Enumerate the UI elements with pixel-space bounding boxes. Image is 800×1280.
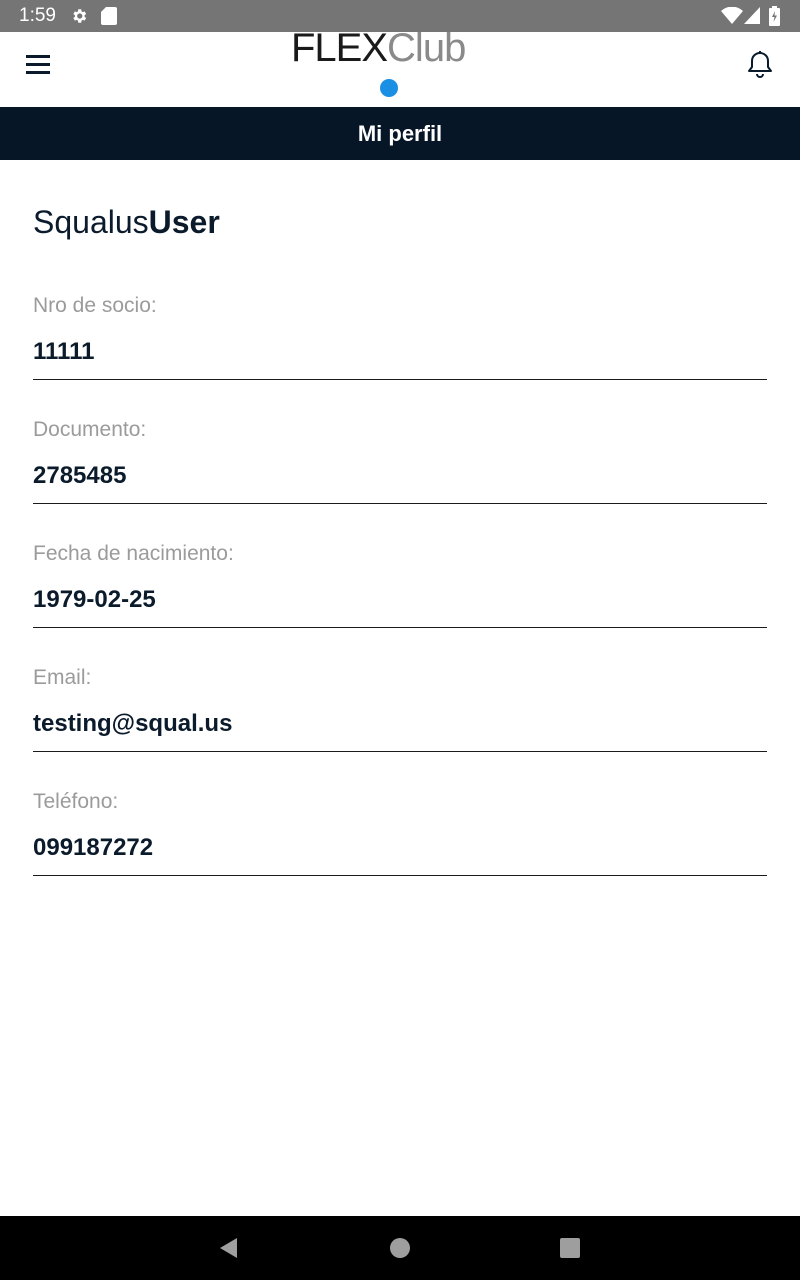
page-title: Mi perfil xyxy=(357,120,443,146)
user-last-name: User xyxy=(148,204,220,240)
page-title-bar: Mi perfil xyxy=(0,107,800,160)
menu-button[interactable] xyxy=(22,48,56,80)
user-full-name: SqualusUser xyxy=(33,202,767,242)
system-nav-bar xyxy=(0,1216,800,1280)
recents-icon[interactable] xyxy=(558,1236,582,1260)
menu-icon xyxy=(26,54,50,58)
app-header: FLEXClub xyxy=(0,26,800,107)
field-value: testing@squal.us xyxy=(33,710,233,737)
logo-flex-text: FLEX xyxy=(291,26,388,70)
gear-icon xyxy=(73,9,87,23)
field-member-number: Nro de socio: 11111 xyxy=(33,256,767,380)
home-icon[interactable] xyxy=(388,1236,412,1260)
signal-icon xyxy=(744,7,760,24)
field-document: Documento: 2785485 xyxy=(33,380,767,504)
field-label: Email: xyxy=(33,666,92,689)
wifi-icon xyxy=(721,7,743,24)
field-value: 2785485 xyxy=(33,462,127,489)
field-value: 11111 xyxy=(33,338,95,365)
status-time: 1:59 xyxy=(19,5,56,26)
field-email: Email: testing@squal.us xyxy=(33,628,767,752)
profile-content: SqualusUser Nro de socio: 11111 Document… xyxy=(33,160,767,876)
app-logo: FLEXClub xyxy=(291,26,466,70)
bell-icon[interactable] xyxy=(744,49,776,81)
field-label: Nro de socio: xyxy=(33,294,157,317)
field-label: Fecha de nacimiento: xyxy=(33,542,234,565)
back-icon[interactable] xyxy=(217,1236,241,1260)
field-label: Teléfono: xyxy=(33,790,119,813)
sd-card-icon xyxy=(101,7,117,25)
battery-icon xyxy=(769,6,780,26)
user-first-name: Squalus xyxy=(33,204,149,240)
logo-club-text: Club xyxy=(387,26,466,70)
field-label: Documento: xyxy=(33,418,147,441)
field-value: 1979-02-25 xyxy=(33,586,156,613)
field-phone: Teléfono: 099187272 xyxy=(33,752,767,876)
profile-fields: Nro de socio: 11111 Documento: 2785485 F… xyxy=(33,256,767,876)
field-value: 099187272 xyxy=(33,834,154,861)
field-birth-date: Fecha de nacimiento: 1979-02-25 xyxy=(33,504,767,628)
logo-dot xyxy=(380,79,398,97)
